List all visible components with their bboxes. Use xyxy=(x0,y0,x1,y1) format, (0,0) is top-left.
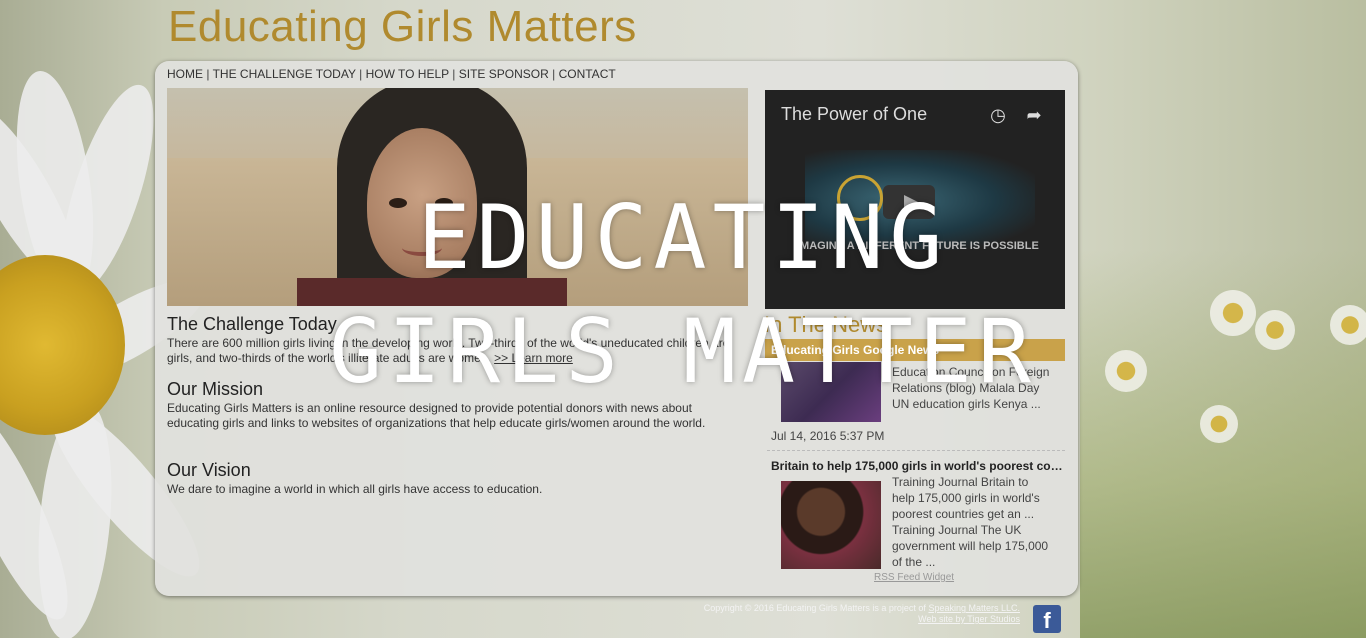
nav-contact[interactable]: CONTACT xyxy=(559,67,616,81)
nav-separator: | xyxy=(359,67,363,81)
video-title[interactable]: The Power of One xyxy=(781,104,927,125)
copyright-text: Copyright © 2016 Educating Girls Matters… xyxy=(703,603,926,613)
nav-separator: | xyxy=(452,67,456,81)
news-divider xyxy=(767,450,1065,451)
rss-feed-link[interactable]: RSS Feed Widget xyxy=(874,572,954,583)
site-title[interactable]: Educating Girls Matters xyxy=(168,2,637,52)
overlay-title-line1: EDUCATING xyxy=(417,186,949,289)
footer: Copyright © 2016 Educating Girls Matters… xyxy=(660,603,1020,625)
vision-heading: Our Vision xyxy=(167,460,251,480)
news-thumbnail[interactable] xyxy=(781,481,881,569)
sponsor-link[interactable]: Speaking Matters LLC. xyxy=(928,603,1020,613)
clock-icon[interactable]: ◷ xyxy=(987,104,1009,126)
main-nav: HOME | THE CHALLENGE TODAY | HOW TO HELP… xyxy=(167,67,616,81)
vision-text: We dare to imagine a world in which all … xyxy=(167,482,543,496)
share-icon[interactable]: ➦ xyxy=(1023,104,1045,126)
nav-separator: | xyxy=(552,67,556,81)
news-item-date: Jul 14, 2016 5:37 PM xyxy=(771,429,885,443)
mission-text: Educating Girls Matters is an online res… xyxy=(167,401,706,430)
nav-site-sponsor[interactable]: SITE SPONSOR xyxy=(459,67,549,81)
nav-home[interactable]: HOME xyxy=(167,67,203,81)
news-item-title[interactable]: Britain to help 175,000 girls in world's… xyxy=(771,459,1065,473)
facebook-icon[interactable]: f xyxy=(1033,605,1061,633)
nav-separator: | xyxy=(206,67,210,81)
nav-how-to-help[interactable]: HOW TO HELP xyxy=(366,67,449,81)
credit-link[interactable]: Web site by Tiger Studios xyxy=(918,614,1020,624)
overlay-title-line2: GIRLS MATTER xyxy=(329,300,1037,403)
news-item-text[interactable]: Training Journal Britain to help 175,000… xyxy=(892,474,1052,570)
nav-challenge-today[interactable]: THE CHALLENGE TODAY xyxy=(213,67,356,81)
